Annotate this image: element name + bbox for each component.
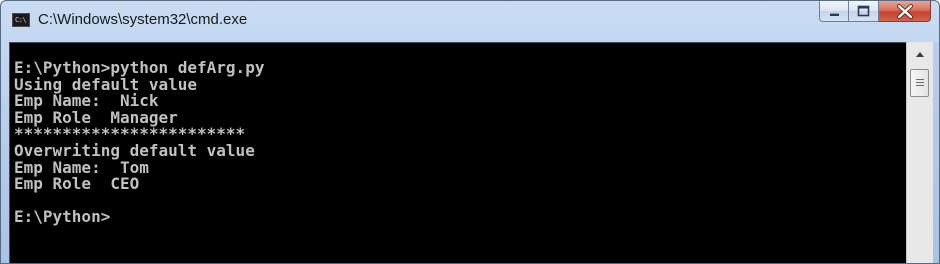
cmd-icon[interactable]: C:\ — [12, 13, 30, 27]
title-bar[interactable]: C:\ C:\Windows\system32\cmd.exe — [1, 1, 939, 41]
vertical-scrollbar[interactable] — [906, 42, 933, 263]
window-title: C:\Windows\system32\cmd.exe — [38, 11, 248, 28]
console-line: Emp Role CEO — [14, 174, 140, 194]
scroll-thumb[interactable] — [910, 69, 929, 97]
minimize-button[interactable] — [819, 1, 849, 22]
minimize-icon — [830, 13, 839, 16]
maximize-button[interactable] — [849, 1, 879, 22]
console-output[interactable]: E:\Python>python defArg.py Using default… — [9, 42, 906, 263]
cmd-icon-glyph: C:\ — [15, 16, 27, 24]
console-lines: E:\Python>python defArg.py Using default… — [14, 59, 264, 227]
cmd-window: C:\ C:\Windows\system32\cmd.exe E:\Pytho… — [0, 0, 940, 264]
maximize-icon — [857, 5, 870, 17]
scroll-up-arrow-icon — [916, 52, 924, 57]
close-icon — [897, 4, 913, 19]
console-prompt: E:\Python> — [14, 207, 111, 227]
scroll-up-button[interactable] — [907, 42, 933, 66]
window-frame-right — [933, 42, 939, 263]
scroll-thumb-grip-icon — [916, 79, 924, 86]
caption-buttons — [819, 1, 931, 25]
close-button[interactable] — [879, 1, 931, 22]
